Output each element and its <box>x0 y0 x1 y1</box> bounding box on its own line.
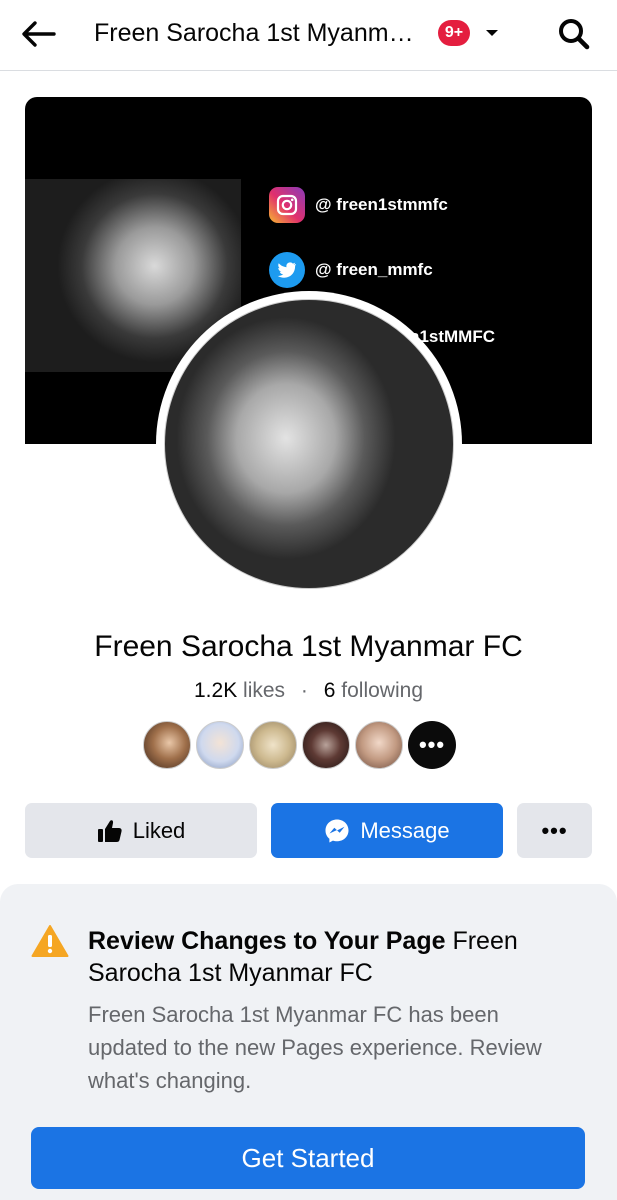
liked-label: Liked <box>132 817 186 843</box>
review-card-body: Freen Sarocha 1st Myanmar FC has been up… <box>88 1002 542 1093</box>
page-title[interactable]: Freen Sarocha 1st Myanmar FC <box>94 16 424 50</box>
instagram-handle: @ freen1stmmfc <box>315 195 448 214</box>
get-started-button[interactable]: Get Started <box>31 1127 585 1189</box>
friend-avatar[interactable] <box>355 721 403 769</box>
thumbs-up-icon <box>97 819 123 843</box>
twitter-icon <box>269 252 305 288</box>
search-icon <box>559 19 590 50</box>
separator-dot: · <box>300 679 308 702</box>
liked-button[interactable]: Liked <box>25 803 257 858</box>
instagram-icon <box>269 187 305 223</box>
messenger-icon <box>324 818 350 844</box>
friend-avatar[interactable] <box>196 721 244 769</box>
following-label[interactable]: following <box>341 679 423 702</box>
warning-icon <box>31 924 69 963</box>
back-button[interactable] <box>14 12 62 56</box>
likes-count[interactable]: 1.2K <box>194 679 237 702</box>
message-button[interactable]: Message <box>271 803 503 858</box>
review-card-heading: Review Changes to Your Page Freen Saroch… <box>88 925 588 989</box>
more-icon: ••• <box>541 817 568 843</box>
page-stats: 1.2K likes · 6 following <box>0 677 617 705</box>
friend-avatar[interactable] <box>249 721 297 769</box>
more-friends-icon[interactable]: ••• <box>408 721 456 769</box>
more-options-button[interactable]: ••• <box>517 803 592 858</box>
twitter-row: @ freen_mmfc <box>269 252 433 288</box>
top-bar: Freen Sarocha 1st Myanmar FC 9+ <box>0 0 617 71</box>
friend-avatar[interactable] <box>143 721 191 769</box>
friends-who-like[interactable]: ••• <box>143 721 456 769</box>
message-label: Message <box>360 817 450 843</box>
twitter-handle: @ freen_mmfc <box>315 260 433 279</box>
profile-picture[interactable] <box>164 299 454 589</box>
back-arrow-icon <box>22 21 56 47</box>
notification-badge[interactable]: 9+ <box>438 20 470 46</box>
review-card-heading-bold: Review Changes to Your Page <box>88 927 446 955</box>
following-count[interactable]: 6 <box>324 679 336 702</box>
friend-avatar[interactable] <box>302 721 350 769</box>
chevron-down-icon <box>486 30 498 36</box>
likes-label[interactable]: likes <box>243 679 285 702</box>
search-button[interactable] <box>552 12 596 56</box>
instagram-row: @ freen1stmmfc <box>269 187 448 223</box>
page-name: Freen Sarocha 1st Myanmar FC <box>94 630 523 663</box>
page-switcher-dropdown[interactable] <box>480 20 504 46</box>
